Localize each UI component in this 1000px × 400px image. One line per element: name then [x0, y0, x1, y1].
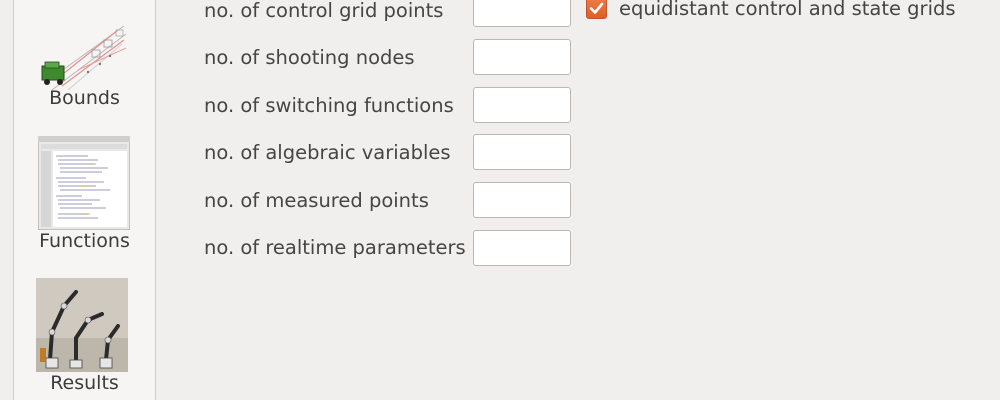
label-realtime-parameters: no. of realtime parameters: [204, 236, 466, 259]
sidebar-item-label: Bounds: [49, 87, 120, 109]
label-measured-points: no. of measured points: [204, 189, 429, 212]
label-algebraic-variables: no. of algebraic variables: [204, 141, 451, 164]
sidebar-item-bounds[interactable]: Bounds: [14, 0, 155, 119]
main-window: Bounds Functions Results no. of control …: [0, 0, 1000, 400]
label-control-grid-points: no. of control grid points: [204, 0, 444, 22]
checkmark-icon: [589, 2, 604, 14]
algebraic-variables-input[interactable]: [473, 134, 571, 170]
results-robot-arm-icon: [36, 278, 128, 372]
sidebar-item-label: Results: [50, 372, 119, 394]
realtime-parameters-input[interactable]: [473, 230, 571, 266]
sidebar-item-results[interactable]: Results: [14, 271, 155, 400]
control-grid-points-input[interactable]: [473, 0, 571, 27]
sidebar: Bounds Functions Results: [13, 0, 156, 400]
sidebar-item-functions[interactable]: Functions: [14, 129, 155, 259]
equidistant-grids-checkbox[interactable]: [586, 0, 607, 19]
label-shooting-nodes: no. of shooting nodes: [204, 46, 415, 69]
equidistant-grids-label[interactable]: equidistant control and state grids: [619, 0, 956, 20]
functions-code-editor-icon: [38, 136, 130, 230]
shooting-nodes-input[interactable]: [473, 39, 571, 75]
sidebar-item-label: Functions: [39, 230, 130, 252]
label-switching-functions: no. of switching functions: [204, 94, 454, 117]
switching-functions-input[interactable]: [473, 87, 571, 123]
measured-points-input[interactable]: [473, 182, 571, 218]
